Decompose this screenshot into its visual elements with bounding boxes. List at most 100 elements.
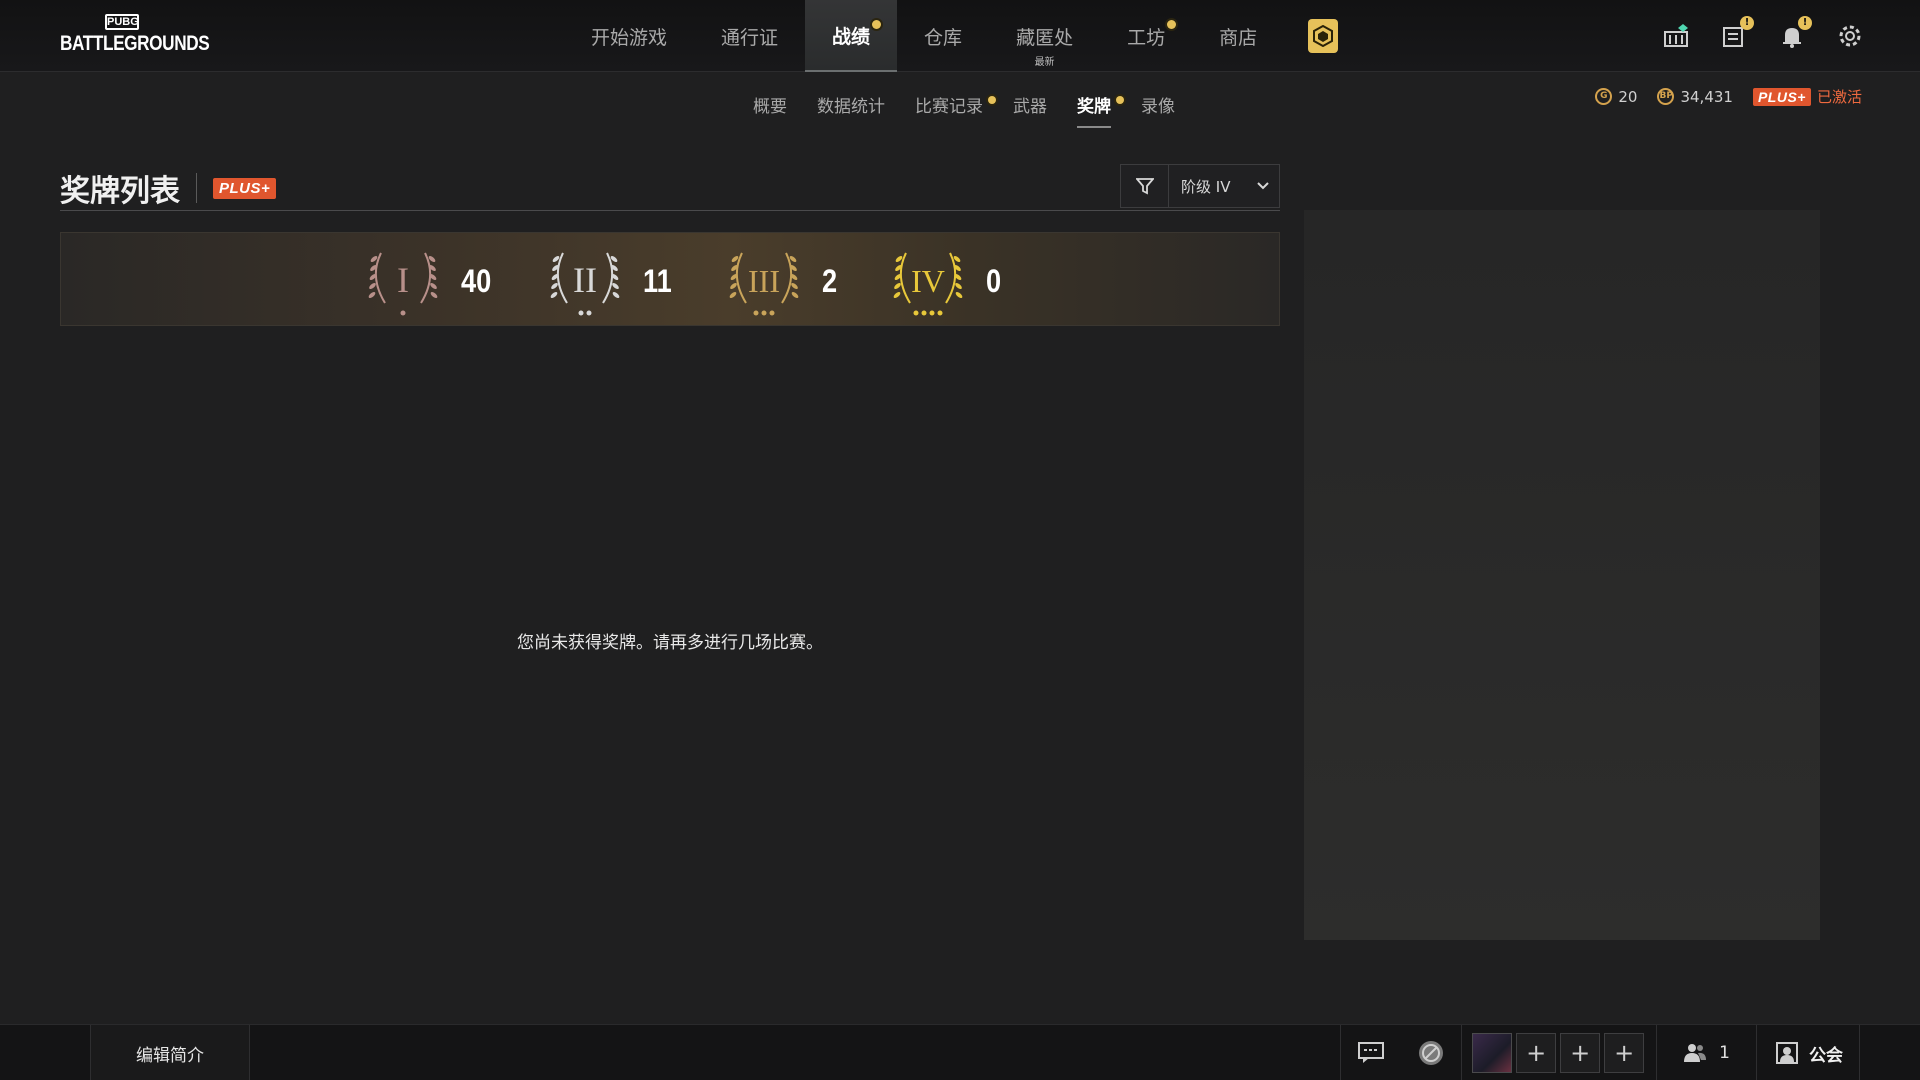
medal-tier-numeral: I <box>397 260 409 300</box>
party-slot-add-button[interactable]: + <box>1560 1033 1601 1073</box>
edit-bio-button[interactable]: 编辑简介 <box>90 1025 250 1080</box>
medal-tier-numeral: II <box>573 260 597 300</box>
friends-count: 1 <box>1719 1043 1730 1063</box>
medal-list: I 40 II 11 III 2 IV 0 <box>363 245 1052 317</box>
laurel-medal-icon: II <box>550 252 619 316</box>
main-nav: 开始游戏 通行证 战绩 仓库 藏匿处最新 工坊 商店 <box>564 0 1339 72</box>
notification-dot <box>1116 96 1124 104</box>
alert-badge: ! <box>1740 16 1754 30</box>
medal-tier-2[interactable]: II 11 <box>545 245 677 317</box>
party-slot-add-button[interactable]: + <box>1516 1033 1557 1073</box>
divider <box>1859 1025 1860 1080</box>
subtab-replays[interactable]: 录像 <box>1126 92 1190 122</box>
plus-badge: PLUS+ <box>213 177 277 199</box>
medal-count: 11 <box>642 262 672 299</box>
tab-label: 通行证 <box>721 26 779 49</box>
tab-stash[interactable]: 藏匿处 最新 <box>989 0 1100 72</box>
top-icons: ! ! <box>1662 16 1864 50</box>
title-divider <box>196 173 197 203</box>
laurel-medal-icon: IV <box>893 252 963 316</box>
tier-filter-dropdown[interactable]: 阶级 IV <box>1120 164 1280 208</box>
logo-battlegrounds-text: BATTLEGROUNDS <box>60 32 210 55</box>
chat-icon[interactable] <box>1341 1025 1401 1080</box>
chevron-down-icon <box>1247 181 1279 191</box>
guild-button[interactable]: 公会 <box>1757 1041 1859 1066</box>
bottom-right-controls: + + + 1 公会 <box>1340 1025 1860 1080</box>
tab-career[interactable]: 战绩 <box>805 0 898 72</box>
subtab-weapons[interactable]: 武器 <box>998 92 1062 122</box>
bp-amount: 34,431 <box>1680 87 1733 106</box>
subtab-stats[interactable]: 数据统计 <box>802 92 900 122</box>
notification-dot <box>988 96 996 104</box>
g-coin-balance[interactable]: G 20 <box>1595 88 1637 106</box>
tab-label: 开始游戏 <box>591 26 668 49</box>
g-coin-amount: 20 <box>1618 87 1638 106</box>
laurel-medal-icon: III <box>730 252 799 316</box>
friends-icon <box>1684 1044 1707 1062</box>
bp-balance[interactable]: BP 34,431 <box>1657 88 1733 106</box>
tab-inventory[interactable]: 仓库 <box>897 0 989 72</box>
filter-value: 阶级 IV <box>1181 177 1231 196</box>
divider <box>1461 1025 1463 1080</box>
tab-new-label: 最新 <box>1034 57 1055 68</box>
pubg-logo[interactable]: PUBG BATTLEGROUNDS <box>60 14 210 58</box>
subtab-medals[interactable]: 奖牌 <box>1062 92 1126 128</box>
plus-status: 已激活 <box>1816 88 1862 106</box>
tab-play[interactable]: 开始游戏 <box>564 0 694 72</box>
medal-tier-1[interactable]: I 40 <box>363 245 497 317</box>
filter-icon <box>1121 165 1169 207</box>
page-title: 奖牌列表 <box>60 174 180 209</box>
tab-label: 商店 <box>1219 26 1258 49</box>
subtab-label: 数据统计 <box>817 97 885 117</box>
medal-summary-bar: I 40 II 11 III 2 IV 0 <box>60 232 1280 326</box>
tab-store[interactable]: 商店 <box>1192 0 1284 72</box>
notification-dot <box>872 20 882 29</box>
tab-pass[interactable]: 通行证 <box>694 0 805 72</box>
subtab-label: 录像 <box>1141 97 1175 117</box>
bottom-bar: 编辑简介 + + + 1 公会 <box>0 1024 1920 1080</box>
tab-workshop[interactable]: 工坊 <box>1100 0 1192 72</box>
tab-label: 工坊 <box>1127 26 1166 49</box>
alert-badge: ! <box>1798 16 1812 30</box>
notification-dot <box>1167 20 1177 29</box>
g-coin-icon: G <box>1595 88 1613 105</box>
medal-tier-4[interactable]: IV 0 <box>888 245 1004 317</box>
tab-label: 藏匿处 <box>1016 26 1074 49</box>
career-sub-nav: 概要 数据统计 比赛记录 武器 奖牌 录像 <box>738 92 1190 128</box>
hex-icon <box>1313 25 1334 47</box>
mission-icon[interactable]: ! <box>1720 16 1754 50</box>
friends-button[interactable]: 1 <box>1657 1042 1756 1064</box>
profile-emblem-icon[interactable] <box>1401 1025 1461 1080</box>
medal-tier-3[interactable]: III 2 <box>724 245 840 317</box>
avatar[interactable] <box>1472 1033 1513 1073</box>
medal-tier-numeral: IV <box>911 263 945 299</box>
party-slot-add-button[interactable]: + <box>1604 1033 1645 1073</box>
medal-list-header: 奖牌列表 PLUS+ <box>60 166 277 210</box>
guild-icon <box>1776 1042 1798 1064</box>
settings-icon[interactable] <box>1836 22 1864 50</box>
empty-state-message: 您尚未获得奖牌。请再多进行几场比赛。 <box>517 633 823 653</box>
subtab-label: 概要 <box>753 97 787 117</box>
bank-icon[interactable] <box>1662 22 1690 50</box>
subtab-label: 奖牌 <box>1077 97 1111 117</box>
subtab-label: 比赛记录 <box>915 97 983 117</box>
bp-coin-icon: BP <box>1657 88 1675 105</box>
tab-label: 仓库 <box>924 26 963 49</box>
logo-pubg-text: PUBG <box>105 14 139 30</box>
currency-bar: G 20 BP 34,431 PLUS+ 已激活 <box>1595 86 1862 107</box>
tab-label: 战绩 <box>832 25 871 48</box>
subtab-label: 武器 <box>1013 97 1047 117</box>
medal-count: 2 <box>822 262 838 299</box>
medal-detail-panel <box>1304 210 1820 940</box>
bell-icon[interactable]: ! <box>1778 16 1812 50</box>
medal-count: 0 <box>986 262 1002 299</box>
medal-count: 40 <box>461 262 492 299</box>
laurel-medal-icon: I <box>368 252 438 316</box>
hex-card-button[interactable] <box>1308 19 1339 53</box>
header-divider <box>60 210 1280 211</box>
guild-label: 公会 <box>1809 1045 1843 1066</box>
subtab-match-history[interactable]: 比赛记录 <box>900 92 998 122</box>
subtab-overview[interactable]: 概要 <box>738 92 802 122</box>
plus-badge[interactable]: PLUS+ <box>1752 87 1811 106</box>
medal-tier-numeral: III <box>748 263 780 299</box>
